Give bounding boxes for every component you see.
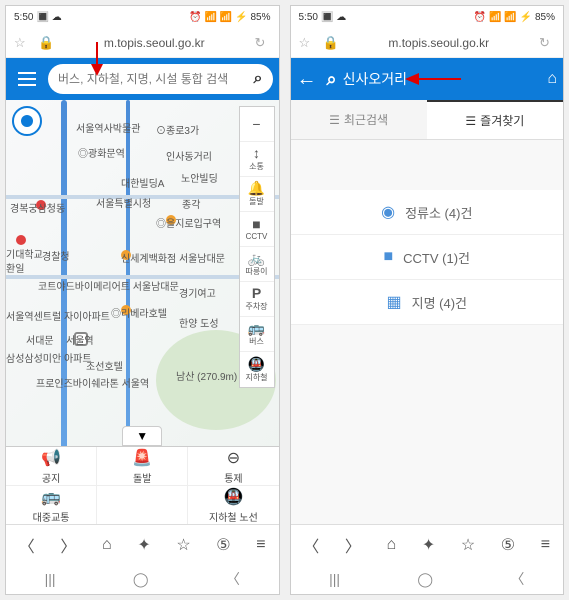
map-label: ⊙종로3가 <box>156 122 199 137</box>
map-label: 서울역사박물관 <box>76 120 140 135</box>
sys-recent[interactable]: ||| <box>45 571 56 587</box>
tab-control[interactable]: ⊖통제 <box>188 447 278 485</box>
map-label: 조선호텔 <box>86 358 123 373</box>
sys-back[interactable]: 〈 <box>510 569 524 589</box>
url-text[interactable]: m.topis.seoul.go.kr <box>62 36 247 50</box>
result-stops[interactable]: ◉정류소 (4)건 <box>291 190 564 235</box>
map-label: 경기여고 <box>179 285 216 300</box>
tab-incident[interactable]: 🚨돌발 <box>97 447 188 485</box>
map-label: 남산 (270.9m) <box>176 368 237 383</box>
nav-bookmarks[interactable]: ☆ <box>176 535 190 555</box>
app-header: ⌕ <box>6 58 279 100</box>
map-label: 대한빌딩A <box>121 175 164 190</box>
tab-notice[interactable]: 📢공지 <box>6 447 97 485</box>
phone-left: 5:50🔳 ☁ ⏰ 📶 📶 ⚡85% ☆ 🔒 m.topis.seoul.go.… <box>5 5 280 595</box>
tab-empty <box>97 486 188 524</box>
map-tools: − ↕소통 🔔돌발 ■CCTV 🚲따릉이 P주차장 🚌버스 🚇지하철 <box>239 106 275 388</box>
nav-back[interactable]: 〈 <box>303 533 319 557</box>
status-bar: 5:50🔳 ☁ ⏰ 📶 📶 ⚡85% <box>291 6 564 28</box>
nav-forward[interactable]: 〉 <box>60 533 76 557</box>
nav-forward[interactable]: 〉 <box>345 533 361 557</box>
map-label: 프로인즈바이쉐라톤 서울역 <box>36 375 149 390</box>
map-label: ◎광화문역 <box>78 145 125 160</box>
url-bar: ☆ 🔒 m.topis.seoul.go.kr ↻ <box>6 28 279 58</box>
lock-icon: 🔒 <box>323 35 339 51</box>
map-label: 서울특별시청 <box>96 195 151 210</box>
tab-recent[interactable]: ☰최근검색 <box>291 100 427 139</box>
expand-panel-button[interactable]: ▼ <box>122 426 162 446</box>
nav-share[interactable]: ✦ <box>422 535 435 555</box>
tool-parking[interactable]: P주차장 <box>240 282 274 317</box>
map-label: 환일 <box>6 260 24 275</box>
browser-nav: 〈 〉 ⌂ ✦ ☆ ⑤ ≡ <box>291 524 564 564</box>
lock-icon: 🔒 <box>38 35 54 51</box>
sys-back[interactable]: 〈 <box>226 569 240 589</box>
tab-favorites[interactable]: ☰즐겨찾기 <box>427 100 563 139</box>
system-nav: ||| ◯ 〈 <box>291 564 564 594</box>
search-box[interactable]: ⌕ <box>48 64 273 94</box>
results-list: ◉정류소 (4)건 ■CCTV (1)건 ▦지명 (4)건 <box>291 140 564 524</box>
map-label: 경찰청 <box>42 248 70 263</box>
map-label: 인사동거리 <box>166 148 212 163</box>
nav-tabs[interactable]: ⑤ <box>501 535 515 555</box>
phone-right: 5:50🔳 ☁ ⏰ 📶 📶 ⚡85% ☆ 🔒 m.topis.seoul.go.… <box>290 5 565 595</box>
back-button[interactable]: ← <box>297 68 317 91</box>
search-input[interactable] <box>58 72 254 86</box>
url-text[interactable]: m.topis.seoul.go.kr <box>347 36 532 50</box>
tab-subway-line[interactable]: 🚇지하철 노선 <box>188 486 278 524</box>
status-bar: 5:50🔳 ☁ ⏰ 📶 📶 ⚡85% <box>6 6 279 28</box>
map-label: 삼성삼성미안 아파트 <box>6 350 92 365</box>
result-places[interactable]: ▦지명 (4)건 <box>291 280 564 325</box>
tool-subway[interactable]: 🚇지하철 <box>240 352 274 387</box>
tool-traffic[interactable]: ↕소통 <box>240 142 274 177</box>
map-label: 노안빌딩 <box>181 170 218 185</box>
browser-nav: 〈 〉 ⌂ ✦ ☆ ⑤ ≡ <box>6 524 279 564</box>
map-label: 서대문 <box>26 332 54 347</box>
map-label: 경복궁삼청동 <box>10 200 65 215</box>
tool-bike[interactable]: 🚲따릉이 <box>240 247 274 282</box>
refresh-icon[interactable]: ↻ <box>539 35 555 51</box>
tool-zoom-out[interactable]: − <box>240 107 274 142</box>
nav-back[interactable]: 〈 <box>19 533 35 557</box>
result-cctv[interactable]: ■CCTV (1)건 <box>291 235 564 280</box>
search-icon[interactable]: ⌕ <box>254 70 263 88</box>
map-label: 종각 <box>182 196 200 211</box>
map-label: 코트야드바이메리어트 서울남대문 <box>38 278 179 293</box>
map-label: ◎을지로입구역 <box>156 215 221 230</box>
nav-share[interactable]: ✦ <box>137 535 150 555</box>
app-header: ← ⌕ 신사오거리 ⌂ <box>291 58 564 100</box>
nav-bookmarks[interactable]: ☆ <box>461 535 475 555</box>
tab-transit[interactable]: 🚌대중교통 <box>6 486 97 524</box>
refresh-icon[interactable]: ↻ <box>255 35 271 51</box>
tool-cctv[interactable]: ■CCTV <box>240 212 274 247</box>
menu-button[interactable] <box>12 64 42 94</box>
map-label: 신세계백화점 서울남대문 <box>121 250 225 265</box>
sys-home[interactable]: ◯ <box>417 571 433 588</box>
nav-menu[interactable]: ≡ <box>256 536 265 554</box>
bottom-tabs: 📢공지 🚨돌발 ⊖통제 🚌대중교통 🚇지하철 노선 <box>6 446 279 524</box>
bookmark-icon[interactable]: ☆ <box>299 35 315 51</box>
map-area[interactable]: − ↕소통 🔔돌발 ■CCTV 🚲따릉이 P주차장 🚌버스 🚇지하철 서울역사박… <box>6 100 279 524</box>
tool-incident[interactable]: 🔔돌발 <box>240 177 274 212</box>
url-bar: ☆ 🔒 m.topis.seoul.go.kr ↻ <box>291 28 564 58</box>
nav-menu[interactable]: ≡ <box>541 536 550 554</box>
map-label: 서울역 <box>66 332 94 347</box>
sys-recent[interactable]: ||| <box>329 571 340 587</box>
home-button[interactable]: ⌂ <box>547 70 557 88</box>
result-tabs: ☰최근검색 ☰즐겨찾기 <box>291 100 564 140</box>
search-icon: ⌕ <box>327 69 337 90</box>
search-term-display[interactable]: ⌕ 신사오거리 <box>327 69 542 90</box>
nav-home[interactable]: ⌂ <box>102 536 112 554</box>
sys-home[interactable]: ◯ <box>133 571 149 588</box>
map-label: 기대학교 <box>6 246 43 261</box>
tool-bus[interactable]: 🚌버스 <box>240 317 274 352</box>
bookmark-icon[interactable]: ☆ <box>14 35 30 51</box>
nav-home[interactable]: ⌂ <box>387 536 397 554</box>
nav-tabs[interactable]: ⑤ <box>216 535 230 555</box>
map-label: ◎리베라호텔 <box>111 305 167 320</box>
map-label: 서울역센트럴 자이아파트 <box>6 308 110 323</box>
system-nav: ||| ◯ 〈 <box>6 564 279 594</box>
map-label: 한양 도성 <box>179 315 219 330</box>
compass-button[interactable] <box>12 106 42 136</box>
